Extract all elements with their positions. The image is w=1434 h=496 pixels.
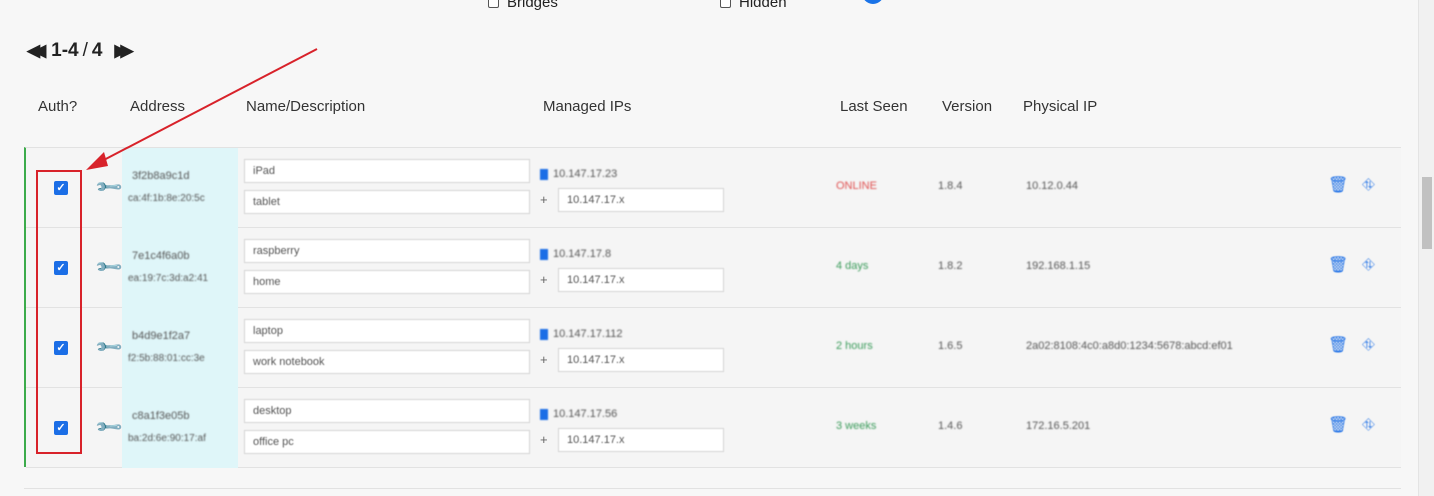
page-total: 4 [91,40,103,61]
bridges-checkbox[interactable] [488,0,499,8]
name-input[interactable]: laptop [244,319,530,343]
member-address-detail: ba:2d:6e:90:17:af [128,433,206,444]
last-seen: 3 weeks [836,420,877,432]
name-input[interactable]: desktop [244,399,530,423]
table-row: ✓ 🔧 b4d9e1f2a7 f2:5b:88:01:cc:3e laptop … [26,308,1401,388]
member-address-detail: f2:5b:88:01:cc:3e [128,353,205,364]
name-input[interactable]: raspberry [244,239,530,263]
wrench-icon[interactable]: 🔧 [94,172,125,203]
table-row: ✓ 🔧 c8a1f3e05b ba:2d:6e:90:17:af desktop… [26,388,1401,468]
table-row: ✓ 🔧 3f2b8a9c1d ca:4f:1b:8e:20:5c iPad ta… [26,148,1401,228]
filter-hidden-label: Hidden [739,0,787,11]
new-ip-input[interactable]: 10.147.17.x [558,188,724,212]
managed-ip[interactable]: 10.147.17.23 [540,168,617,180]
member-address: 7e1c4f6a0b [132,250,190,262]
last-seen: ONLINE [836,180,877,192]
filter-bridges-label: Bridges [507,0,558,11]
trash-icon[interactable]: 🗑 [1328,177,1348,195]
wrench-icon[interactable]: 🔧 [94,252,125,283]
filter-bridges[interactable]: Bridges [488,0,558,11]
scrollbar-thumb[interactable] [1422,177,1432,249]
members-panel: Bridges Hidden 0 ◀◀ 1-4 / 4 ▶▶ Auth? Add… [0,0,1418,496]
hidden-checkbox[interactable] [720,0,731,8]
address-cell [122,388,238,468]
col-address: Address [130,98,186,115]
network-icon[interactable]: ⛗ [1362,257,1378,275]
col-managed-ips: Managed IPs [543,98,632,115]
ip-remove-icon[interactable] [540,328,548,340]
members-table: ✓ 🔧 3f2b8a9c1d ca:4f:1b:8e:20:5c iPad ta… [24,147,1401,468]
network-icon[interactable]: ⛗ [1362,337,1378,355]
page-range: 1-4 [51,40,79,61]
new-ip-input[interactable]: 10.147.17.x [558,428,724,452]
member-address-detail: ca:4f:1b:8e:20:5c [128,193,205,204]
description-input[interactable]: work notebook [244,350,530,374]
ip-remove-icon[interactable] [540,408,548,420]
filter-hidden[interactable]: Hidden [720,0,787,11]
member-address: c8a1f3e05b [132,410,190,422]
managed-ip-value: 10.147.17.8 [553,248,612,260]
add-ip-icon[interactable]: + [540,432,548,447]
new-ip-input[interactable]: 10.147.17.x [558,268,724,292]
description-input[interactable]: office pc [244,430,530,454]
address-cell [122,228,238,308]
managed-ip-value: 10.147.17.56 [553,408,618,420]
prev-page-icon[interactable]: ◀◀ [27,41,46,61]
managed-ip-value: 10.147.17.112 [553,328,623,340]
managed-ip[interactable]: 10.147.17.56 [540,408,617,420]
member-address-detail: ea:19:7c:3d:a2:41 [128,273,209,284]
page-separator: / [82,40,88,61]
physical-ip: 10.12.0.44 [1026,180,1078,192]
physical-ip: 2a02:8108:4c0:a8d0:1234:5678:abcd:ef01 [1026,340,1233,352]
trash-icon[interactable]: 🗑 [1328,337,1348,355]
address-cell [122,308,238,388]
col-physical-ip: Physical IP [1023,98,1098,115]
member-version: 1.4.6 [938,420,963,432]
member-address: 3f2b8a9c1d [132,170,190,182]
table-bottom-divider [24,488,1401,489]
table-row: ✓ 🔧 7e1c4f6a0b ea:19:7c:3d:a2:41 raspber… [26,228,1401,308]
address-cell [122,148,238,228]
col-auth: Auth? [38,98,78,115]
col-name: Name/Description [246,98,366,115]
filter-count-badge: 0 [862,0,884,4]
next-page-icon[interactable]: ▶▶ [114,41,133,61]
last-seen: 2 hours [836,340,873,352]
physical-ip: 172.16.5.201 [1026,420,1091,432]
description-input[interactable]: tablet [244,190,530,214]
filter-row: Bridges Hidden 0 [0,0,1418,14]
vertical-scrollbar[interactable] [1418,0,1434,496]
add-ip-icon[interactable]: + [540,272,548,287]
add-ip-icon[interactable]: + [540,192,548,207]
col-last-seen: Last Seen [840,98,908,115]
trash-icon[interactable]: 🗑 [1328,257,1348,275]
physical-ip: 192.168.1.15 [1026,260,1091,272]
managed-ip[interactable]: 10.147.17.8 [540,248,611,260]
ip-remove-icon[interactable] [540,248,548,260]
auth-column-highlight [36,170,82,454]
trash-icon[interactable]: 🗑 [1328,417,1348,435]
managed-ip-value: 10.147.17.23 [553,168,618,180]
network-icon[interactable]: ⛗ [1362,177,1378,195]
pager: ◀◀ 1-4 / 4 ▶▶ [27,40,134,62]
member-version: 1.8.2 [938,260,963,272]
add-ip-icon[interactable]: + [540,352,548,367]
name-input[interactable]: iPad [244,159,530,183]
member-address: b4d9e1f2a7 [132,330,191,342]
wrench-icon[interactable]: 🔧 [94,332,125,363]
col-version: Version [942,98,993,115]
last-seen: 4 days [836,260,869,272]
description-input[interactable]: home [244,270,530,294]
managed-ip[interactable]: 10.147.17.112 [540,328,623,340]
network-icon[interactable]: ⛗ [1362,417,1378,435]
member-version: 1.6.5 [938,340,963,352]
wrench-icon[interactable]: 🔧 [94,412,125,443]
member-version: 1.8.4 [938,180,963,192]
ip-remove-icon[interactable] [540,168,548,180]
new-ip-input[interactable]: 10.147.17.x [558,348,724,372]
